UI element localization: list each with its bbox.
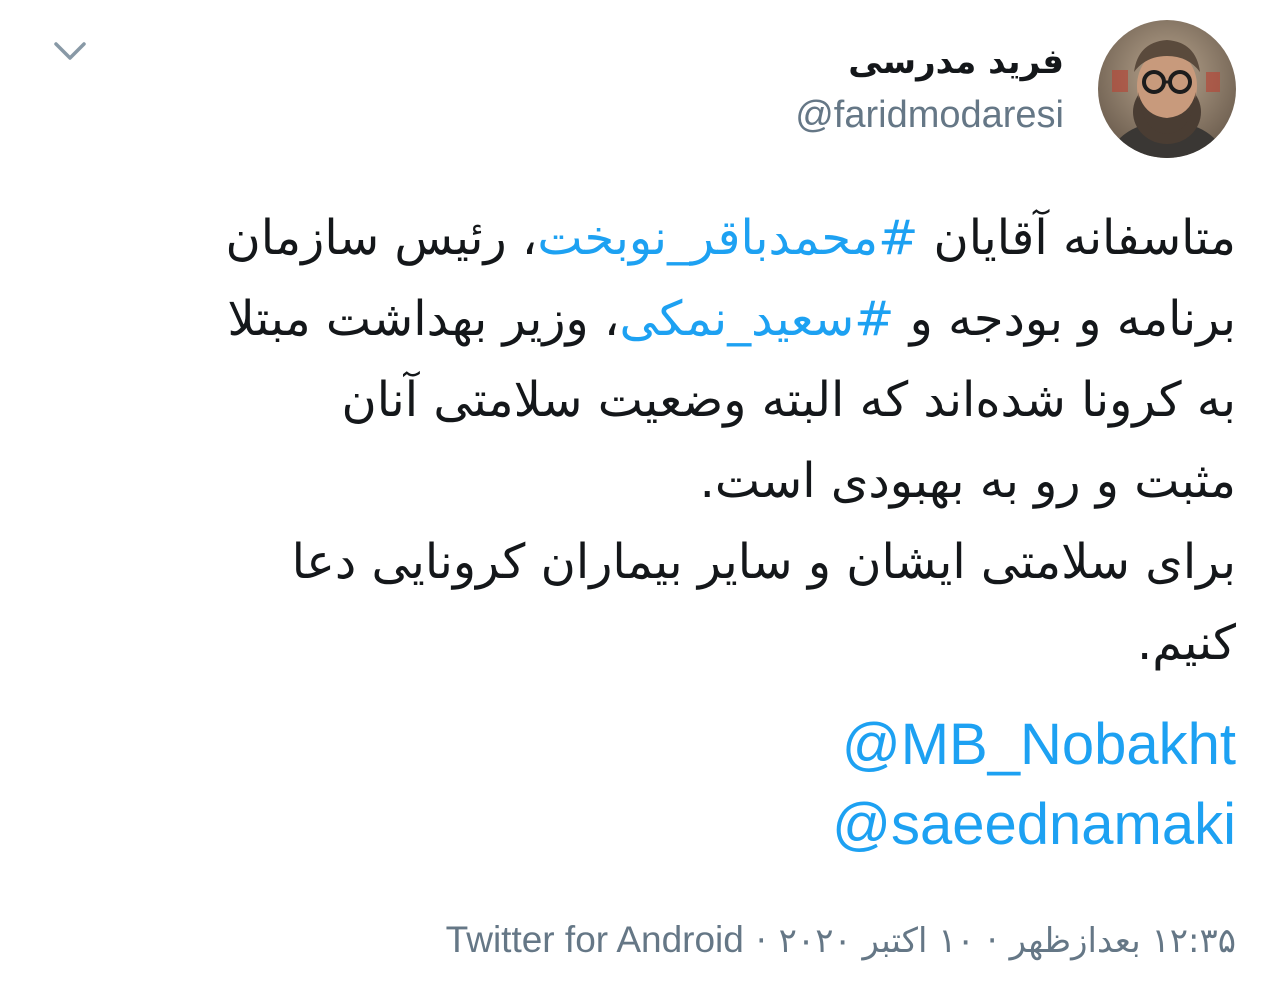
meta-separator: · bbox=[986, 921, 998, 961]
hashtag-link[interactable]: #محمدباقر_نوبخت bbox=[537, 210, 918, 266]
tweet-line: به کرونا شده‌اند که البته وضعیت سلامتی آ… bbox=[341, 372, 1236, 428]
tweet-text: متاسفانه آقایان #محمدباقر_نوبخت، رئیس سا… bbox=[46, 198, 1236, 684]
tweet-time[interactable]: ۱۲:۳۵ بعدازظهر bbox=[1010, 921, 1236, 961]
tweet-line: متاسفانه آقایان #محمدباقر_نوبخت، رئیس سا… bbox=[46, 198, 1236, 279]
meta-separator: · bbox=[755, 921, 767, 961]
tweet-source[interactable]: Twitter for Android bbox=[446, 919, 744, 960]
chevron-down-icon[interactable] bbox=[52, 36, 88, 64]
tweet-text-segment: متاسفانه آقایان bbox=[918, 210, 1236, 266]
tweet-text-segment: ، رئیس سازمان bbox=[225, 210, 538, 266]
mention-link[interactable]: @MB_Nobakht bbox=[832, 705, 1236, 785]
avatar[interactable] bbox=[1098, 20, 1236, 158]
tweet-text-segment: برنامه و بودجه و bbox=[894, 291, 1236, 347]
tweet-date[interactable]: ۱۰ اکتبر ۲۰۲۰ bbox=[779, 921, 975, 961]
mention-link[interactable]: @saeednamaki bbox=[832, 785, 1236, 865]
tweet-line: برای سلامتی ایشان و سایر بیماران کرونایی… bbox=[291, 534, 1236, 590]
tweet-text-segment: ، وزیر بهداشت مبتلا bbox=[227, 291, 620, 347]
tweet-line: برنامه و بودجه و #سعید_نمکی، وزیر بهداشت… bbox=[46, 279, 1236, 360]
hashtag-link[interactable]: #سعید_نمکی bbox=[619, 291, 894, 347]
user-handle[interactable]: @faridmodaresi bbox=[795, 90, 1064, 140]
user-block: فرید مدرسی @faridmodaresi bbox=[795, 38, 1064, 140]
tweet-line: کنیم. bbox=[1136, 615, 1236, 671]
display-name[interactable]: فرید مدرسی bbox=[848, 38, 1064, 86]
tweet-line: مثبت و رو به بهبودی است. bbox=[699, 453, 1236, 509]
mentions: @MB_Nobakht @saeednamaki bbox=[832, 705, 1236, 865]
tweet-header: فرید مدرسی @faridmodaresi bbox=[795, 14, 1236, 164]
tweet-meta: ۱۲:۳۵ بعدازظهر · ۱۰ اکتبر ۲۰۲۰ · Twitter for… bbox=[446, 915, 1236, 966]
